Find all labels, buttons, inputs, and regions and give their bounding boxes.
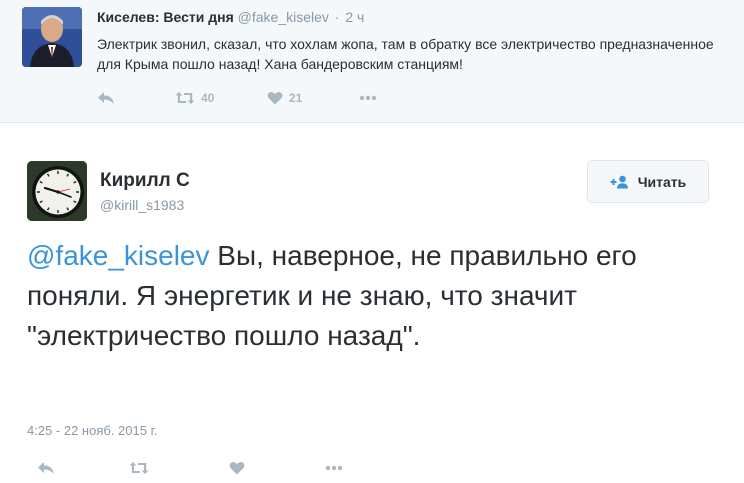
parent-avatar[interactable] [22,7,82,67]
user-handle[interactable]: @kirill_s1983 [100,197,184,213]
user-avatar[interactable] [27,161,87,221]
follow-button[interactable]: Читать [587,160,709,203]
tweet-text: @fake_kiselev Вы, наверное, не правильно… [27,236,717,356]
heart-icon [267,91,283,105]
parent-time[interactable]: 2 ч [345,9,364,25]
parent-header: Киселев: Вести дня @fake_kiselev · 2 ч [97,9,364,25]
parent-tweet-text: Электрик звонил, сказал, что хохлам жопа… [97,36,714,72]
parent-separator: · [334,9,340,25]
retweet-button[interactable] [129,461,229,475]
retweet-icon [175,91,195,105]
heart-icon [229,461,245,475]
user-display-name[interactable]: Кирилл С [100,170,190,192]
mention-link[interactable]: @fake_kiselev [27,240,210,271]
reply-icon [37,461,55,475]
more-icon [325,465,343,471]
parent-more-button[interactable] [359,95,377,101]
parent-tweet[interactable]: Киселев: Вести дня @fake_kiselev · 2 ч Э… [0,0,744,123]
more-icon [359,95,377,101]
parent-like-count: 21 [289,91,303,105]
reply-button[interactable] [37,461,129,475]
tweet-timestamp[interactable]: 4:25 - 22 нояб. 2015 г. [27,423,157,438]
reply-icon [97,91,115,105]
parent-retweet-button[interactable]: 40 [175,91,267,105]
like-button[interactable] [229,461,325,475]
parent-reply-button[interactable] [97,91,175,105]
parent-handle[interactable]: @fake_kiselev [238,9,329,25]
parent-display-name[interactable]: Киселев: Вести дня [97,9,234,25]
parent-actions: 40 21 [97,88,377,108]
parent-retweet-count: 40 [201,91,215,105]
parent-like-button[interactable]: 21 [267,91,359,105]
tweet-actions [37,458,343,478]
retweet-icon [129,461,149,475]
add-user-icon [610,175,630,189]
more-button[interactable] [325,465,343,471]
follow-button-label: Читать [637,173,687,190]
